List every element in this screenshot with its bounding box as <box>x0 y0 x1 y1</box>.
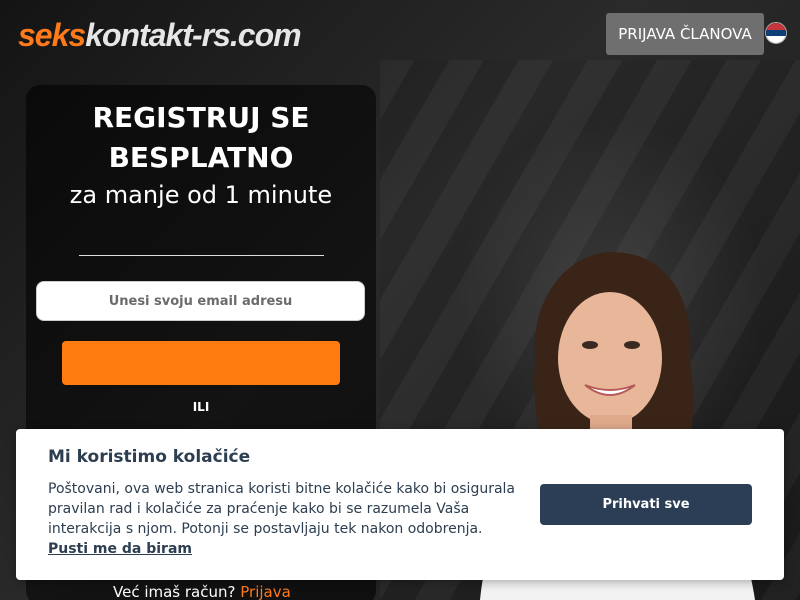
email-input[interactable] <box>36 281 365 321</box>
member-login-button[interactable]: PRIJAVA ČLANOVA <box>606 13 764 55</box>
serbia-flag-icon[interactable] <box>765 22 787 44</box>
cookie-description: Poštovani, ova web stranica koristi bitn… <box>48 481 516 537</box>
or-label: ILI <box>192 400 210 414</box>
register-button[interactable] <box>62 341 340 385</box>
cookie-title: Mi koristimo kolačiće <box>48 447 251 467</box>
register-title: REGISTRUJ SE BESPLATNO <box>92 101 310 174</box>
has-account-text: Već imaš račun? Prijava <box>113 583 291 600</box>
site-logo[interactable]: sekskontakt-rs.com <box>18 14 302 56</box>
choose-cookies-link[interactable]: Pusti me da biram <box>48 539 192 559</box>
cookie-text-block: Poštovani, ova web stranica koristi bitn… <box>48 479 518 559</box>
divider <box>79 255 324 256</box>
accept-all-button[interactable]: Prihvati sve <box>540 484 752 525</box>
login-link[interactable]: Prijava <box>240 583 291 600</box>
has-account-label: Već imaš račun? <box>113 583 236 600</box>
logo-part-2: kontakt-rs.com <box>85 17 301 53</box>
logo-part-1: seks <box>18 17 86 53</box>
cookie-banner: Mi koristimo kolačiće Poštovani, ova web… <box>16 429 784 580</box>
register-subtitle: za manje od 1 minute <box>69 181 333 209</box>
